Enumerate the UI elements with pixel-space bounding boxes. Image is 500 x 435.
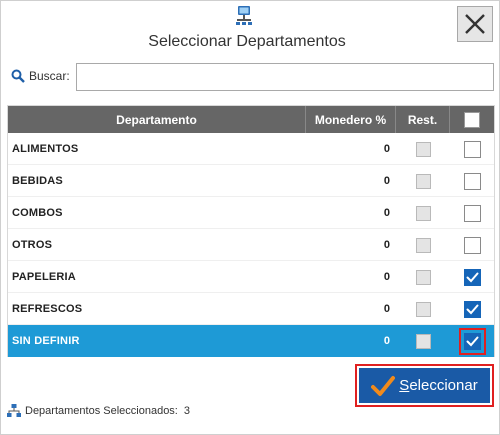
- dialog-title: Seleccionar Departamentos: [148, 33, 346, 50]
- close-button[interactable]: [457, 6, 493, 42]
- select-button-highlight: Seleccionar: [355, 364, 494, 407]
- department-name: OTROS: [12, 239, 53, 251]
- select-all-checkbox[interactable]: [464, 111, 480, 128]
- table-row[interactable]: BEBIDAS 0: [8, 165, 494, 197]
- select-checkbox[interactable]: [463, 236, 481, 254]
- rest-checkbox[interactable]: [415, 269, 431, 285]
- rest-cell: [396, 229, 450, 261]
- select-cell: [450, 293, 494, 325]
- network-computer-icon: [236, 6, 252, 25]
- table-row[interactable]: COMBOS 0: [8, 197, 494, 229]
- select-checkbox[interactable]: [463, 172, 481, 190]
- magnifier-icon: [11, 69, 25, 83]
- table-row[interactable]: ALIMENTOS 0: [8, 133, 494, 165]
- department-name: PAPELERIA: [12, 271, 76, 283]
- hierarchy-icon: [7, 404, 21, 417]
- rest-checkbox[interactable]: [415, 205, 431, 221]
- monedero-value[interactable]: 0: [306, 261, 396, 293]
- selected-count-value: 3: [183, 404, 190, 417]
- checkmark-icon: [371, 375, 396, 396]
- table-row[interactable]: OTROS 0: [8, 229, 494, 261]
- department-name: SIN DEFINIR: [12, 335, 80, 347]
- close-icon: [465, 14, 485, 34]
- search-label: Buscar:: [11, 69, 70, 83]
- select-button-label: Seleccionar: [399, 377, 478, 394]
- checkmark-icon: [466, 304, 478, 314]
- column-header-select-all: [450, 106, 494, 133]
- select-cell: [450, 165, 494, 197]
- rest-cell: [396, 133, 450, 165]
- table-row[interactable]: PAPELERIA 0: [8, 261, 494, 293]
- search-input[interactable]: [76, 63, 494, 91]
- select-button[interactable]: Seleccionar: [359, 368, 490, 403]
- rest-cell: [396, 197, 450, 229]
- select-checkbox[interactable]: [463, 204, 481, 222]
- grid-header: Departamento Monedero % Rest.: [8, 106, 494, 133]
- select-cell: [450, 197, 494, 229]
- monedero-value[interactable]: 0: [306, 293, 396, 325]
- rest-checkbox[interactable]: [415, 301, 431, 317]
- monedero-value[interactable]: 0: [306, 325, 396, 357]
- select-checkbox[interactable]: [463, 300, 481, 318]
- rest-cell: [396, 165, 450, 197]
- department-name: COMBOS: [12, 207, 63, 219]
- rest-cell: [396, 325, 450, 357]
- department-name: BEBIDAS: [12, 175, 63, 187]
- select-departments-dialog: Seleccionar Departamentos Buscar: Depart…: [0, 0, 500, 435]
- selected-count-label: Departamentos Seleccionados:: [25, 404, 178, 417]
- monedero-value[interactable]: 0: [306, 133, 396, 165]
- department-name: REFRESCOS: [12, 303, 83, 315]
- column-header-rest[interactable]: Rest.: [396, 106, 450, 133]
- select-cell: [450, 229, 494, 261]
- column-header-monedero[interactable]: Monedero %: [306, 106, 396, 133]
- departments-grid: Departamento Monedero % Rest. ALIMENTOS 0…: [7, 105, 495, 357]
- checkmark-icon: [466, 336, 478, 346]
- rest-checkbox[interactable]: [415, 333, 431, 349]
- selected-count-info: Departamentos Seleccionados: 3: [7, 404, 190, 417]
- rest-checkbox[interactable]: [415, 141, 431, 157]
- select-checkbox[interactable]: [463, 268, 481, 286]
- select-cell: [450, 325, 494, 357]
- department-name: ALIMENTOS: [12, 143, 79, 155]
- monedero-value[interactable]: 0: [306, 197, 396, 229]
- select-cell: [450, 261, 494, 293]
- table-row[interactable]: REFRESCOS 0: [8, 293, 494, 325]
- select-checkbox[interactable]: [458, 327, 486, 355]
- rest-checkbox[interactable]: [415, 173, 431, 189]
- monedero-value[interactable]: 0: [306, 229, 396, 261]
- rest-cell: [396, 261, 450, 293]
- rest-cell: [396, 293, 450, 325]
- select-checkbox[interactable]: [463, 140, 481, 158]
- column-header-department[interactable]: Departamento: [8, 106, 306, 133]
- checkmark-icon: [466, 272, 478, 282]
- rest-checkbox[interactable]: [415, 237, 431, 253]
- monedero-value[interactable]: 0: [306, 165, 396, 197]
- search-label-text: Buscar:: [29, 69, 70, 83]
- select-cell: [450, 133, 494, 165]
- table-row[interactable]: SIN DEFINIR 0: [8, 325, 494, 357]
